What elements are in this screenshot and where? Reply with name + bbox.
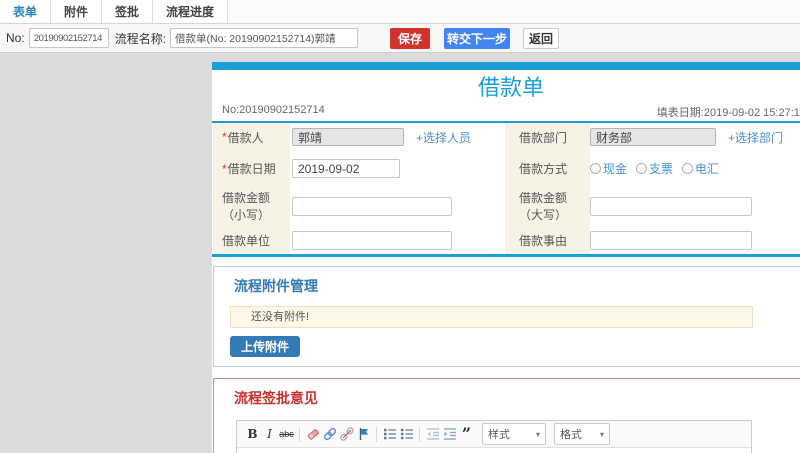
process-name-label: 流程名称:: [114, 31, 167, 46]
method-label-cell: 借款方式: [505, 151, 590, 186]
borrower-label-cell: * 借款人: [213, 123, 290, 151]
doc-meta-row: No:20190902152714 填表日期:2019-09-02 15:27:…: [212, 104, 800, 119]
select-dept-link[interactable]: +选择部门: [728, 129, 783, 146]
radio-icon: [682, 163, 694, 174]
back-button[interactable]: 返回: [523, 27, 560, 49]
page-title: 借款单: [477, 75, 544, 100]
doc-number: No:20190902152714: [222, 104, 325, 116]
save-button[interactable]: 保存: [390, 27, 431, 49]
style-select[interactable]: 样式 ▾: [482, 423, 546, 445]
remove-format-icon[interactable]: [305, 425, 320, 443]
tab-progress[interactable]: 流程进度: [153, 0, 229, 23]
amount-lower-label: 借款金额（小写）: [222, 191, 271, 222]
loan-unit-label: 借款单位: [222, 233, 271, 248]
loan-form-panel: 借款单 No:20190902152714 填表日期:2019-09-02 15…: [212, 62, 800, 453]
tab-attachments[interactable]: 附件: [51, 0, 103, 23]
attachments-title: 流程附件管理: [234, 278, 318, 294]
strikethrough-icon[interactable]: abc: [279, 425, 294, 443]
form-row-amount: 借款金额（小写） 借款金额（大写）: [212, 186, 800, 226]
required-mark: *: [222, 130, 227, 144]
radio-check[interactable]: 支票: [636, 160, 673, 177]
no-label: No:: [6, 31, 25, 45]
loan-method-radios: 现金 支票 电汇: [590, 160, 719, 177]
form-row-date-method: * 借款日期 借款方式 现金: [212, 151, 800, 186]
loan-reason-label: 借款事由: [519, 233, 568, 248]
toolbar-separator: [419, 426, 420, 442]
outdent-icon[interactable]: [425, 425, 440, 443]
unlink-icon[interactable]: [339, 425, 354, 443]
editor-toolbar: B I abc ” 样式 ▾ 格式 ▾: [237, 421, 751, 448]
panel-top-bar: [212, 62, 800, 70]
attachments-section: 流程附件管理 还没有附件! 上传附件: [213, 266, 800, 367]
approval-title: 流程签批意见: [234, 390, 318, 406]
format-select[interactable]: 格式 ▾: [554, 423, 610, 445]
anchor-flag-icon[interactable]: [356, 425, 371, 443]
style-select-label: 样式: [488, 429, 510, 441]
blockquote-icon[interactable]: ”: [459, 425, 474, 443]
tab-approval[interactable]: 签批: [102, 0, 154, 23]
amount-lowercase-input[interactable]: [292, 196, 452, 216]
italic-icon[interactable]: I: [262, 425, 277, 443]
toolbar-separator: [376, 426, 377, 442]
form-row-unit-reason: 借款单位 借款事由: [212, 226, 800, 254]
amount-upper-label-cell: 借款金额（大写）: [505, 186, 590, 226]
radio-cash[interactable]: 现金: [590, 160, 627, 177]
amount-uppercase-input[interactable]: [590, 196, 752, 216]
loan-method-label: 借款方式: [519, 162, 568, 176]
forward-next-step-button[interactable]: 转交下一步: [444, 27, 511, 49]
loan-reason-input[interactable]: [590, 230, 752, 250]
chevron-down-icon: ▾: [535, 429, 540, 439]
editor-content-area[interactable]: [237, 448, 751, 453]
radio-cash-label: 现金: [603, 162, 628, 176]
reason-label-cell: 借款事由: [505, 226, 590, 254]
fill-date: 填表日期:2019-09-02 15:27:14: [656, 107, 800, 119]
format-select-label: 格式: [560, 429, 582, 441]
chevron-down-icon: ▾: [599, 429, 604, 439]
radio-wire-label: 电汇: [695, 162, 720, 176]
tab-form[interactable]: 表单: [0, 0, 52, 23]
upload-attachment-button[interactable]: 上传附件: [230, 336, 301, 357]
rich-text-editor: B I abc ” 样式 ▾ 格式 ▾: [236, 420, 752, 453]
amount-lower-label-cell: 借款金额（小写）: [213, 186, 290, 226]
unit-label-cell: 借款单位: [213, 226, 290, 254]
indent-icon[interactable]: [442, 425, 457, 443]
required-mark: *: [222, 161, 227, 176]
radio-icon: [590, 163, 601, 174]
loan-date-input[interactable]: [292, 159, 400, 178]
action-toolbar: No: 流程名称: 保存 转交下一步 返回: [0, 24, 800, 53]
screen: 表单 附件 签批 流程进度 No: 流程名称: 保存 转交下一步 返回 借款单 …: [0, 0, 800, 453]
approval-section: 流程签批意见 B I abc ” 样式 ▾ 格式 ▾: [213, 378, 800, 453]
select-person-link[interactable]: +选择人员: [416, 129, 471, 146]
borrower-label: 借款人: [227, 130, 264, 145]
numbered-list-icon[interactable]: [382, 425, 397, 443]
radio-check-label: 支票: [649, 162, 674, 176]
toolbar-separator: [299, 426, 300, 442]
bold-icon[interactable]: B: [245, 425, 260, 443]
bulleted-list-icon[interactable]: [399, 425, 414, 443]
loan-unit-input[interactable]: [292, 230, 452, 250]
process-name-input[interactable]: [170, 28, 359, 48]
radio-icon: [636, 163, 648, 174]
link-icon[interactable]: [322, 425, 337, 443]
dept-input[interactable]: [590, 128, 716, 146]
borrower-input[interactable]: [292, 128, 404, 146]
date-label-cell: * 借款日期: [213, 151, 290, 186]
radio-wire[interactable]: 电汇: [682, 160, 719, 177]
no-attachments-notice: 还没有附件!: [230, 306, 753, 328]
amount-upper-label: 借款金额（大写）: [519, 191, 568, 222]
dept-label-cell: 借款部门: [505, 123, 590, 151]
no-input[interactable]: [28, 28, 109, 48]
loan-form-table: * 借款人 +选择人员 借款部门 +选择部门 * 借款日期: [212, 123, 800, 257]
tab-bar: 表单 附件 签批 流程进度: [0, 0, 800, 24]
form-row-borrower: * 借款人 +选择人员 借款部门 +选择部门: [212, 123, 800, 151]
dept-label: 借款部门: [519, 130, 568, 145]
loan-date-label: 借款日期: [227, 162, 276, 176]
